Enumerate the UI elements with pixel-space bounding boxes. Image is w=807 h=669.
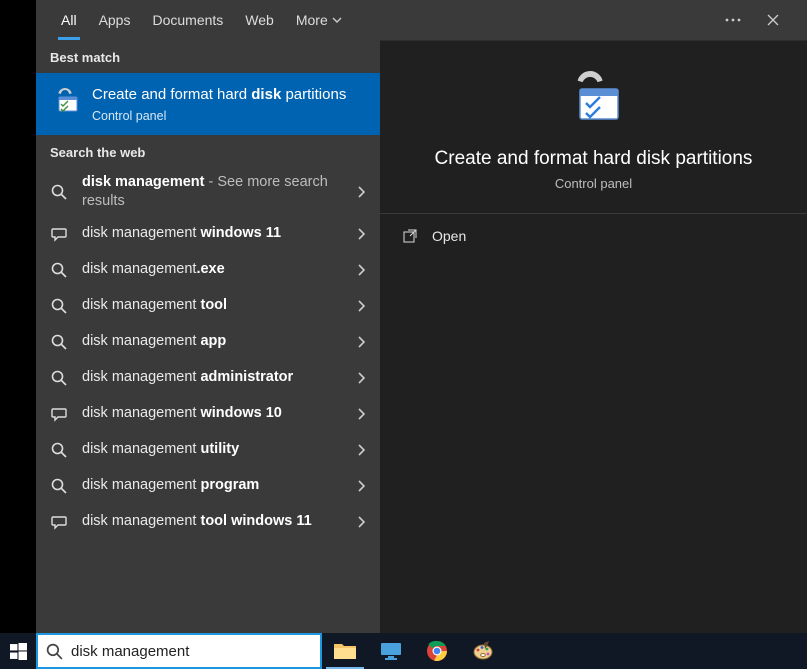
search-icon (50, 478, 68, 494)
web-result-text: disk management windows 11 (82, 224, 342, 242)
web-result[interactable]: disk management - See more search result… (36, 168, 380, 216)
web-result-text: disk management tool (82, 296, 342, 314)
open-label: Open (432, 228, 466, 244)
web-result-text: disk management.exe (82, 260, 342, 278)
chevron-right-icon[interactable] (356, 227, 366, 241)
paint-icon (472, 640, 494, 662)
tab-apps[interactable]: Apps (88, 0, 142, 40)
web-result-text: disk management tool windows 11 (82, 512, 342, 530)
chat-icon (50, 226, 68, 242)
search-icon (50, 262, 68, 278)
web-result-text: disk management - See more search result… (82, 173, 342, 209)
chevron-right-icon[interactable] (356, 479, 366, 493)
preview-app-icon (562, 69, 626, 127)
web-result[interactable]: disk management program (36, 468, 380, 504)
preview-title: Create and format hard disk partitions (400, 148, 787, 170)
start-button[interactable] (0, 633, 36, 669)
results-list: Best match Create and format (36, 40, 380, 633)
close-button[interactable] (753, 14, 793, 26)
tab-more[interactable]: More (285, 0, 353, 40)
best-match-result[interactable]: Create and format hard disk partitions C… (36, 73, 380, 135)
web-result-text: disk management utility (82, 440, 342, 458)
web-result[interactable]: disk management windows 10 (36, 396, 380, 432)
tab-bar: All Apps Documents Web More (36, 0, 807, 40)
search-icon (50, 184, 68, 200)
chevron-down-icon (332, 15, 342, 25)
tab-all[interactable]: All (50, 0, 88, 40)
task-explorer[interactable] (322, 633, 368, 669)
ellipsis-icon (725, 18, 741, 22)
best-match-subtitle: Control panel (92, 109, 366, 123)
chat-icon (50, 514, 68, 530)
task-paint[interactable] (460, 633, 506, 669)
close-icon (767, 14, 779, 26)
best-match-header: Best match (36, 40, 380, 73)
chevron-right-icon[interactable] (356, 443, 366, 457)
chrome-icon (426, 640, 448, 662)
tab-web[interactable]: Web (234, 0, 285, 40)
folder-icon (333, 641, 357, 661)
web-result[interactable]: disk management tool windows 11 (36, 504, 380, 540)
windows-icon (10, 643, 27, 660)
control-panel-icon (50, 85, 80, 115)
taskbar (0, 633, 807, 669)
open-icon (402, 228, 418, 244)
chat-icon (50, 406, 68, 422)
web-result[interactable]: disk management tool (36, 288, 380, 324)
more-options-button[interactable] (713, 18, 753, 22)
web-result-text: disk management windows 10 (82, 404, 342, 422)
search-panel: All Apps Documents Web More Best match (36, 0, 807, 633)
preview-pane: Create and format hard disk partitions C… (380, 40, 807, 633)
chevron-right-icon[interactable] (356, 335, 366, 349)
web-result[interactable]: disk management administrator (36, 360, 380, 396)
monitor-icon (379, 641, 403, 661)
search-icon (46, 643, 63, 660)
chevron-right-icon[interactable] (356, 299, 366, 313)
web-result[interactable]: disk management windows 11 (36, 216, 380, 252)
search-web-header: Search the web (36, 135, 380, 168)
task-monitor[interactable] (368, 633, 414, 669)
open-action[interactable]: Open (380, 214, 807, 258)
web-result[interactable]: disk management.exe (36, 252, 380, 288)
search-input[interactable] (71, 643, 312, 660)
web-result[interactable]: disk management app (36, 324, 380, 360)
task-chrome[interactable] (414, 633, 460, 669)
chevron-right-icon[interactable] (356, 185, 366, 199)
chevron-right-icon[interactable] (356, 407, 366, 421)
preview-subtitle: Control panel (400, 176, 787, 191)
chevron-right-icon[interactable] (356, 515, 366, 529)
web-result-text: disk management program (82, 476, 342, 494)
tab-documents[interactable]: Documents (141, 0, 234, 40)
chevron-right-icon[interactable] (356, 371, 366, 385)
chevron-right-icon[interactable] (356, 263, 366, 277)
web-result-text: disk management app (82, 332, 342, 350)
taskbar-search[interactable] (36, 633, 322, 669)
web-result[interactable]: disk management utility (36, 432, 380, 468)
best-match-title: Create and format hard disk partitions (92, 85, 366, 105)
web-result-text: disk management administrator (82, 368, 342, 386)
search-icon (50, 298, 68, 314)
search-icon (50, 370, 68, 386)
search-icon (50, 334, 68, 350)
search-icon (50, 442, 68, 458)
